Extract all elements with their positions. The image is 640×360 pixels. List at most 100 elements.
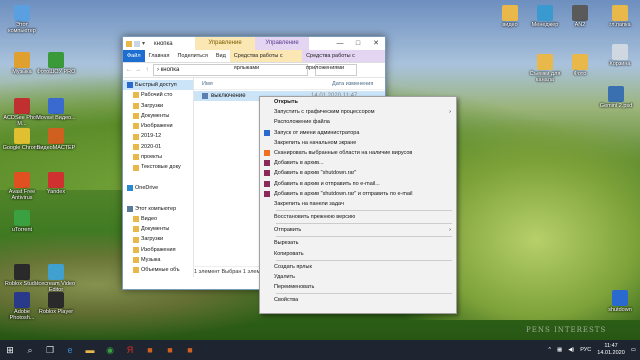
desktop-icon[interactable]: гл.папка [600,5,640,28]
desktop-icon[interactable]: uTorrent [2,210,42,233]
menu-item[interactable]: Добавить в архив "shutdown.rar" и отправ… [260,189,456,199]
desktop-icon[interactable]: Gemini 2.psd [596,86,636,109]
yandex-icon[interactable]: Я [120,340,140,360]
folder-icon [537,54,553,70]
column-date[interactable]: Дата изменения [292,81,373,87]
desktop-icon[interactable]: Менеджер [525,5,565,28]
properties-icon[interactable] [134,40,140,47]
desktop-icon-label: Съемки для канала [529,71,561,83]
nav-item[interactable]: Загрузки [123,234,193,244]
nav-item[interactable]: Загрузки [123,101,193,111]
nav-item[interactable]: Изображени [123,121,193,131]
nav-item[interactable]: Этот компьютер [123,204,193,214]
notifications-icon[interactable]: ▭ [631,347,636,353]
nav-item[interactable]: Текстовые доку [123,162,193,172]
back-arrow-icon[interactable]: ← [126,67,132,73]
nav-item[interactable]: Видео [123,214,193,224]
address-bar[interactable]: › кнопка [153,64,308,76]
tab-file[interactable]: Файл [123,50,145,62]
nav-item[interactable]: Рабочий сто [123,90,193,100]
desktop-icon[interactable]: ВидеоМАСТЕР [36,128,76,151]
app-icon[interactable]: ■ [180,340,200,360]
task-view-icon[interactable]: ❐ [40,340,60,360]
nav-item[interactable]: Документы [123,111,193,121]
nav-item[interactable]: 2020-01 [123,142,193,152]
desktop-icon-label: AN2 [574,22,586,28]
nav-item[interactable]: Объемные объ [123,265,193,275]
desktop-icon[interactable]: Этот компьютер [2,5,42,34]
clock-time: 11:47 [604,343,618,349]
menu-item[interactable]: Восстановить прежнюю версию [260,212,456,222]
desktop-icon[interactable]: видео [490,5,530,28]
desktop-icon[interactable]: Roblox Player [36,292,76,315]
language-indicator[interactable]: РУС [580,347,591,353]
menu-item[interactable]: Копировать [260,249,456,259]
maximize-button[interactable]: □ [349,37,367,50]
explorer-icon[interactable]: ▬ [80,340,100,360]
nav-item[interactable]: проекты [123,152,193,162]
menu-item[interactable]: Закрепить на панели задач [260,199,456,209]
nav-item[interactable] [123,193,193,203]
menu-item[interactable]: Добавить в архив... [260,158,456,168]
menu-item[interactable]: Закрепить на начальном экране [260,138,456,148]
desktop-icon[interactable]: Icecream Video Editor [36,264,76,293]
nav-item[interactable]: Музыка [123,255,193,265]
menu-item[interactable]: Расположение файла [260,117,456,127]
search-icon[interactable]: ⌕ [20,340,40,360]
tab-share[interactable]: Поделиться [173,50,211,62]
nav-item[interactable]: 2019-12 [123,131,193,141]
menu-item[interactable]: Переименовать [260,282,456,292]
title-bar[interactable]: ▾ кнопка Управление Управление — □ ✕ [123,37,385,50]
desktop-icon-label: Менеджер [531,22,559,28]
clock[interactable]: 11:47 14.01.2020 [597,343,625,357]
network-icon[interactable]: ▦ [557,347,562,353]
menu-item[interactable]: Запустить с графическим процессором › [260,107,456,117]
menu-item[interactable]: Удалить [260,272,456,282]
desktop-icon[interactable]: ФотоШОУ PRO [36,52,76,75]
tab-shortcut-tools[interactable]: Средства работы с ярлыками [229,50,303,71]
desktop-icon[interactable]: shutdown [600,290,640,313]
app-icon[interactable]: ■ [160,340,180,360]
nav-item[interactable] [123,173,193,183]
menu-item[interactable]: Создать ярлык [260,262,456,272]
tab-app-tools[interactable]: Средства работы с приложениями [302,50,385,71]
nav-item[interactable]: Быстрый доступ [123,80,193,91]
navigation-pane[interactable]: Быстрый доступ Рабочий сто Загрузки Докумен… [123,78,194,277]
menu-item-spacer [264,109,270,115]
menu-item[interactable]: Открыть [260,97,456,107]
desktop-icon[interactable]: Съемки для канала [525,54,565,83]
tab-view[interactable]: Вид [212,50,230,62]
nav-item[interactable]: Документы [123,224,193,234]
up-arrow-icon[interactable]: ↑ [144,67,150,73]
fotoshow-icon [48,52,64,68]
menu-item[interactable]: Отправить › [260,225,456,235]
folder-icon [127,82,133,89]
chevron-down-icon[interactable]: ▾ [142,41,148,47]
close-button[interactable]: ✕ [367,37,385,50]
desktop-icon[interactable]: Movavi Видео... [36,98,76,121]
app-icon[interactable]: ■ [140,340,160,360]
minimize-button[interactable]: — [331,37,349,50]
nav-item[interactable]: Изображения [123,245,193,255]
desktop-icon[interactable]: Фото [560,54,600,77]
tab-home[interactable]: Главная [145,50,174,62]
volume-icon[interactable]: ◀) [568,347,574,353]
desktop-icon[interactable]: AN2 [560,5,600,28]
desktop-icon[interactable]: Yandex [36,172,76,195]
edge-icon[interactable]: e [60,340,80,360]
chrome-icon[interactable]: ◉ [100,340,120,360]
menu-item[interactable]: Вырезать [260,238,456,248]
chevron-up-icon[interactable]: ^ [548,347,551,353]
nav-item-label: 2019-12 [141,133,162,140]
menu-item[interactable]: Добавить в архив и отправить по e-mail..… [260,179,456,189]
menu-item-label: Расположение файла [274,119,330,126]
menu-item[interactable]: Сканировать выбранные области на наличие… [260,148,456,158]
column-name[interactable]: Имя [194,81,292,87]
windows-start-icon[interactable]: ⊞ [0,340,20,360]
forward-arrow-icon[interactable]: → [135,67,141,73]
menu-item[interactable]: Добавить в архив "shutdown.rar" [260,168,456,178]
desktop-icon[interactable]: Корзина [600,44,640,67]
nav-item[interactable]: OneDrive [123,183,193,193]
menu-item[interactable]: Свойства [260,295,456,305]
menu-item[interactable]: Запуск от имени администратора [260,128,456,138]
